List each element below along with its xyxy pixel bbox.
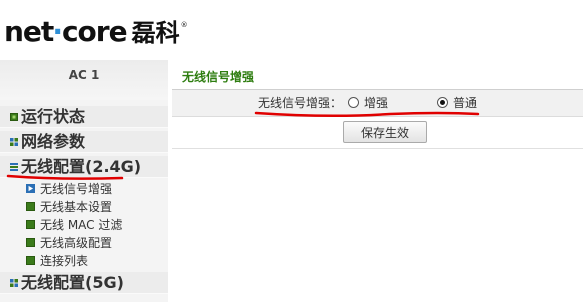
annotation-underline-menu (6, 174, 124, 180)
annotation-overlay (6, 111, 480, 180)
annotation-underline-setting (254, 111, 480, 118)
